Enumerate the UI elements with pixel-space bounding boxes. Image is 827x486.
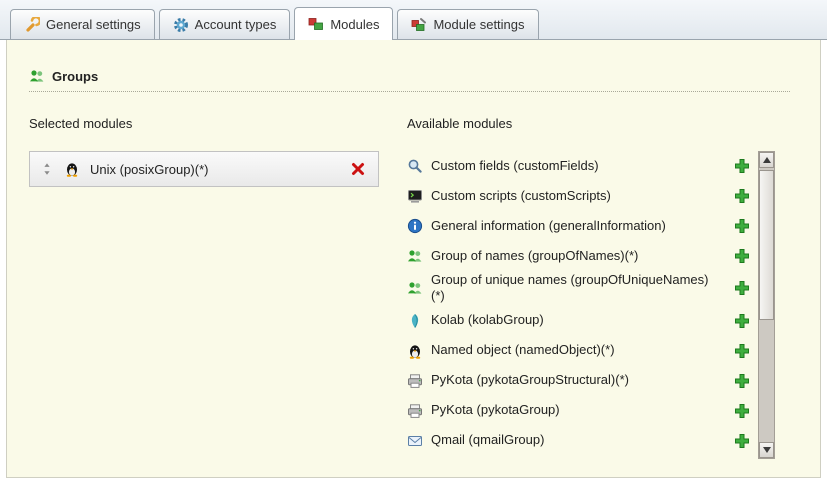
list-item: PyKota (pykotaGroup) [407,396,750,426]
tab-label: General settings [46,17,141,32]
printer-icon [407,373,423,389]
add-icon[interactable] [734,188,750,204]
scrollbar[interactable] [758,151,775,459]
magnifier-icon [407,158,423,174]
scrollbar-thumb[interactable] [759,170,774,320]
available-modules-column: Available modules Custom fields (customF… [407,116,775,459]
modules-icon [308,16,324,32]
scroll-up-button[interactable] [759,152,774,168]
module-label: Custom fields (customFields) [431,158,599,174]
available-modules-list: Custom fields (customFields) Custom scri… [407,151,750,456]
available-modules-heading: Available modules [407,116,775,131]
tux-icon [64,161,80,177]
group-icon [407,280,423,296]
list-item: Group of unique names (groupOfUniqueName… [407,271,750,306]
add-icon[interactable] [734,248,750,264]
script-icon [407,188,423,204]
list-item: Custom fields (customFields) [407,151,750,181]
available-modules-wrap: Custom fields (customFields) Custom scri… [407,151,775,459]
scroll-down-icon [763,447,771,453]
selected-module-label: Unix (posixGroup)(*) [90,162,340,177]
remove-icon[interactable] [350,161,366,177]
module-label: PyKota (pykotaGroup) [431,402,560,418]
wrench-icon [24,17,40,33]
module-label: Group of unique names (groupOfUniqueName… [431,272,709,305]
section-title: Groups [52,69,98,84]
module-label: Custom scripts (customScripts) [431,188,611,204]
selected-module-row[interactable]: Unix (posixGroup)(*) [29,151,379,187]
groups-icon [29,68,45,84]
scroll-down-button[interactable] [759,442,774,458]
add-icon[interactable] [734,158,750,174]
kolab-icon [407,313,423,329]
printer-icon [407,403,423,419]
add-icon[interactable] [734,218,750,234]
group-icon [407,248,423,264]
tab-label: Modules [330,17,379,32]
module-columns: Selected modules Unix (posixGroup)(*) Av… [29,92,820,459]
section-header: Groups [29,68,790,92]
selected-modules-heading: Selected modules [29,116,389,131]
scrollbar-track[interactable] [759,168,774,442]
scroll-up-icon [763,157,771,163]
list-item: General information (generalInformation) [407,211,750,241]
selected-modules-column: Selected modules Unix (posixGroup)(*) [29,116,389,459]
add-icon[interactable] [734,343,750,359]
list-item: Group of names (groupOfNames)(*) [407,241,750,271]
module-label: Qmail (qmailGroup) [431,432,544,448]
tab-general-settings[interactable]: General settings [10,9,155,39]
drag-handle-icon[interactable] [40,162,54,176]
gear-icon [173,17,189,33]
module-label: Kolab (kolabGroup) [431,312,544,328]
add-icon[interactable] [734,313,750,329]
module-label: Group of names (groupOfNames)(*) [431,248,638,264]
info-icon [407,218,423,234]
tux-icon [407,343,423,359]
add-icon[interactable] [734,280,750,296]
tab-label: Module settings [433,17,524,32]
mail-icon [407,433,423,449]
add-icon[interactable] [734,373,750,389]
modules-panel: Groups Selected modules Unix (posixGroup… [6,40,821,478]
add-icon[interactable] [734,433,750,449]
tab-account-types[interactable]: Account types [159,9,291,39]
module-label: Named object (namedObject)(*) [431,342,615,358]
tab-bar: General settings Account types Modules M… [0,0,827,40]
module-settings-icon [411,17,427,33]
list-item: Named object (namedObject)(*) [407,336,750,366]
list-item: PyKota (pykotaGroupStructural)(*) [407,366,750,396]
list-item: Kolab (kolabGroup) [407,306,750,336]
list-item: Custom scripts (customScripts) [407,181,750,211]
tab-modules[interactable]: Modules [294,7,393,40]
tab-module-settings[interactable]: Module settings [397,9,538,39]
module-label: General information (generalInformation) [431,218,666,234]
module-label: PyKota (pykotaGroupStructural)(*) [431,372,629,388]
tab-label: Account types [195,17,277,32]
list-item: Qmail (qmailGroup) [407,426,750,456]
add-icon[interactable] [734,403,750,419]
